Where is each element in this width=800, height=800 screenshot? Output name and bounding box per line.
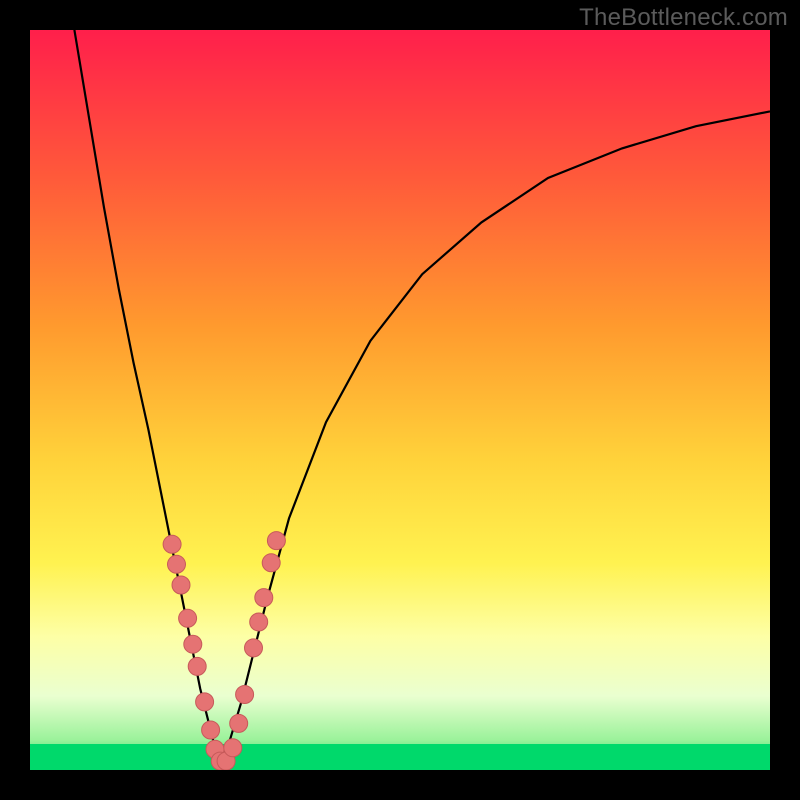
marker-group	[163, 532, 285, 770]
bottleneck-curve	[74, 30, 770, 763]
curve-marker	[245, 639, 263, 657]
curve-marker	[230, 714, 248, 732]
curve-marker	[250, 613, 268, 631]
curve-marker	[172, 576, 190, 594]
curve-marker	[224, 739, 242, 757]
curve-marker	[236, 686, 254, 704]
curve-marker	[188, 657, 206, 675]
curve-layer	[30, 30, 770, 770]
curve-marker	[262, 554, 280, 572]
curve-marker	[267, 532, 285, 550]
curve-marker	[163, 535, 181, 553]
curve-marker	[184, 635, 202, 653]
curve-marker	[179, 609, 197, 627]
curve-marker	[202, 721, 220, 739]
curve-marker	[168, 555, 186, 573]
curve-marker	[255, 589, 273, 607]
curve-marker	[196, 693, 214, 711]
watermark-text: TheBottleneck.com	[579, 4, 788, 32]
plot-area	[30, 30, 770, 770]
chart-frame: TheBottleneck.com	[0, 0, 800, 800]
